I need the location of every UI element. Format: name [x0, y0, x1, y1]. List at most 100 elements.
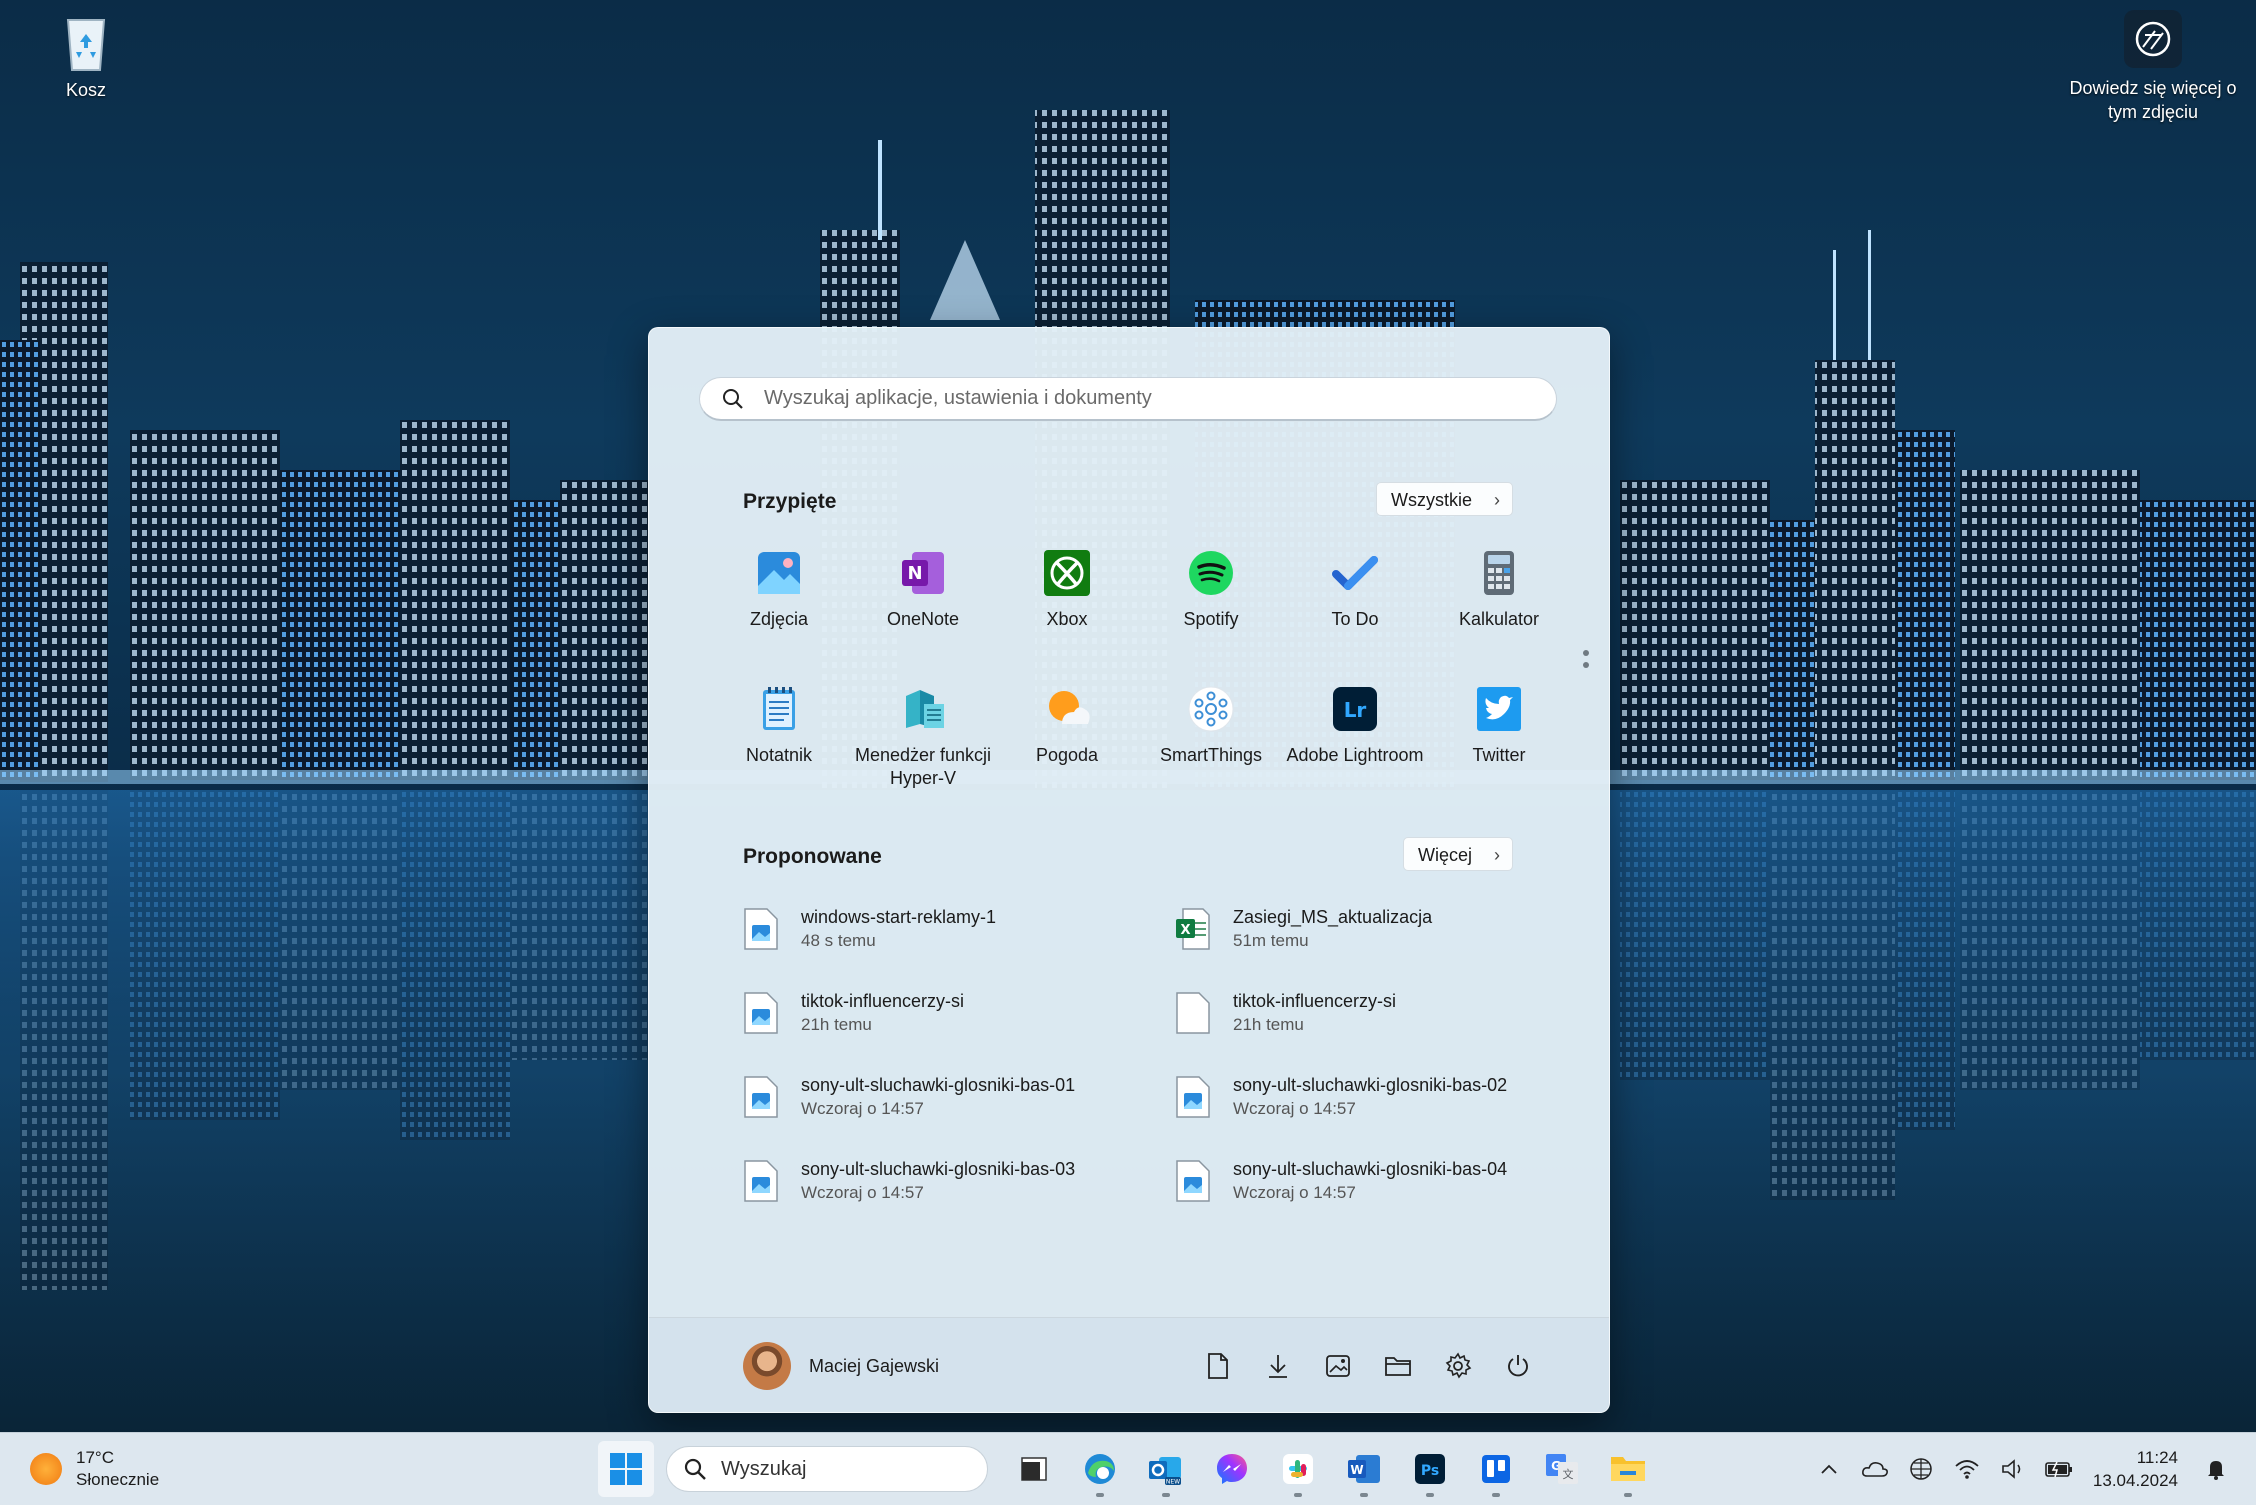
blank-file-icon	[1176, 992, 1210, 1034]
start-button[interactable]	[598, 1441, 654, 1497]
chevron-up-icon[interactable]	[1809, 1449, 1849, 1489]
file-time: 48 s temu	[801, 931, 876, 950]
weather-description: Słonecznie	[76, 1470, 160, 1489]
onenote-icon: N	[902, 552, 944, 594]
recommended-item[interactable]: X Zasiegi_MS_aktualizacja 51m temu	[1175, 900, 1523, 958]
all-apps-label: Wszystkie	[1391, 490, 1472, 510]
more-button[interactable]: Więcej ›	[1402, 837, 1513, 871]
image-file-icon	[1176, 1160, 1210, 1202]
pinned-page-indicator[interactable]	[1583, 650, 1591, 674]
wifi-icon[interactable]	[1947, 1449, 1987, 1489]
recommended-item[interactable]: sony-ult-sluchawki-glosniki-bas-03 Wczora…	[743, 1152, 1175, 1210]
messenger-icon[interactable]	[1204, 1441, 1260, 1497]
start-search-input[interactable]	[762, 386, 1526, 411]
file-time: 21h temu	[1233, 1015, 1304, 1034]
pinned-title: Przypięte	[743, 490, 837, 513]
pinned-apps-grid: Zdjęcia N OneNote Xbox Spotify To Do Kal…	[707, 548, 1571, 794]
pinned-app-calculator[interactable]: Kalkulator	[1427, 548, 1571, 658]
pinned-app-label: Zdjęcia	[749, 609, 809, 629]
battery-icon[interactable]	[2039, 1449, 2079, 1489]
taskbar-search-placeholder: Wyszukaj	[721, 1457, 807, 1480]
file-name: sony-ult-sluchawki-glosniki-bas-01	[801, 1075, 1076, 1095]
file-time: Wczoraj o 14:57	[1233, 1183, 1356, 1202]
excel-file-icon: X	[1176, 908, 1210, 950]
recycle-bin[interactable]: Kosz	[16, 10, 156, 101]
clock[interactable]: 11:24 13.04.2024	[2093, 1446, 2178, 1492]
svg-text:X: X	[1180, 923, 1190, 938]
volume-icon[interactable]	[1993, 1449, 2033, 1489]
pinned-app-smartthings[interactable]: SmartThings	[1139, 684, 1283, 794]
twitter-icon	[1477, 687, 1521, 731]
pinned-app-label: Menedżer funkcji Hyper-V	[854, 745, 992, 788]
pinned-app-onenote[interactable]: N OneNote	[851, 548, 995, 658]
file-explorer-icon[interactable]	[1381, 1349, 1415, 1383]
trello-icon[interactable]	[1468, 1441, 1524, 1497]
taskbar-search[interactable]: Wyszukaj	[666, 1446, 988, 1492]
start-search-box[interactable]	[699, 377, 1557, 421]
slack-icon[interactable]	[1270, 1441, 1326, 1497]
image-file-icon	[744, 1076, 778, 1118]
google-translate-icon[interactable]: G文	[1534, 1441, 1590, 1497]
user-account-button[interactable]: Maciej Gajewski	[743, 1342, 939, 1390]
recycle-bin-icon	[54, 10, 118, 74]
file-time: Wczoraj o 14:57	[801, 1183, 924, 1202]
recommended-item[interactable]: tiktok-influencerzy-si 21h temu	[1175, 984, 1523, 1042]
documents-icon[interactable]	[1201, 1349, 1235, 1383]
file-explorer-icon[interactable]	[1600, 1441, 1656, 1497]
network-globe-icon[interactable]	[1901, 1449, 1941, 1489]
pinned-app-photos[interactable]: Zdjęcia	[707, 548, 851, 658]
edge-icon[interactable]	[1072, 1441, 1128, 1497]
pinned-app-todo[interactable]: To Do	[1283, 548, 1427, 658]
settings-icon[interactable]	[1441, 1349, 1475, 1383]
recommended-item[interactable]: sony-ult-sluchawki-glosniki-bas-02 Wczora…	[1175, 1068, 1523, 1126]
downloads-icon[interactable]	[1261, 1349, 1295, 1383]
all-apps-button[interactable]: Wszystkie ›	[1376, 482, 1513, 516]
file-name: tiktok-influencerzy-si	[801, 991, 965, 1011]
pinned-app-notepad[interactable]: Notatnik	[707, 684, 851, 794]
pinned-app-lightroom[interactable]: Lr Adobe Lightroom	[1283, 684, 1427, 794]
pinned-app-weather[interactable]: Pogoda	[995, 684, 1139, 794]
power-icon[interactable]	[1501, 1349, 1535, 1383]
weather-icon	[1049, 691, 1090, 724]
pinned-app-label: SmartThings	[1159, 745, 1263, 765]
file-time: 21h temu	[801, 1015, 872, 1034]
lightroom-icon: Lr	[1333, 687, 1377, 731]
weather-widget[interactable]: 17°C Słonecznie	[30, 1447, 159, 1491]
onedrive-icon[interactable]	[1855, 1449, 1895, 1489]
pinned-app-xbox[interactable]: Xbox	[995, 548, 1139, 658]
notification-bell-icon[interactable]	[2196, 1449, 2236, 1489]
recommended-item[interactable]: sony-ult-sluchawki-glosniki-bas-04 Wczora…	[1175, 1152, 1523, 1210]
recommended-list: windows-start-reklamy-1 48 s temu X Zasie…	[743, 900, 1523, 1210]
image-file-icon	[1176, 1076, 1210, 1118]
word-icon[interactable]: W	[1336, 1441, 1392, 1497]
learn-about-picture-label: Dowiedz się więcej o tym zdjęciu	[2069, 78, 2237, 122]
avatar	[743, 1342, 791, 1390]
clock-date: 13.04.2024	[2092, 1471, 2178, 1490]
start-menu: Przypięte Wszystkie › Zdjęcia N OneNote	[648, 327, 1610, 1413]
file-name: sony-ult-sluchawki-glosniki-bas-03	[801, 1159, 1076, 1179]
todo-icon	[1332, 556, 1378, 590]
learn-about-picture[interactable]: Dowiedz się więcej o tym zdjęciu	[2058, 10, 2248, 124]
pinned-app-label: Spotify	[1183, 609, 1239, 629]
user-name: Maciej Gajewski	[809, 1355, 940, 1376]
pinned-app-label: Twitter	[1472, 745, 1526, 765]
pictures-icon[interactable]	[1321, 1349, 1355, 1383]
recommended-item[interactable]: sony-ult-sluchawki-glosniki-bas-01 Wczora…	[743, 1068, 1175, 1126]
system-tray: 11:24 13.04.2024	[1803, 1433, 2236, 1505]
notepad-icon	[763, 687, 795, 730]
windows-logo-icon	[610, 1453, 642, 1485]
more-label: Więcej	[1417, 845, 1472, 865]
file-name: windows-start-reklamy-1	[801, 907, 997, 927]
recommended-item[interactable]: windows-start-reklamy-1 48 s temu	[743, 900, 1175, 958]
recycle-bin-label: Kosz	[65, 80, 107, 100]
outlook-new-icon[interactable]: NEW	[1138, 1441, 1194, 1497]
photoshop-icon[interactable]: Ps	[1402, 1441, 1458, 1497]
pinned-app-twitter[interactable]: Twitter	[1427, 684, 1571, 794]
pinned-app-spotify[interactable]: Spotify	[1139, 548, 1283, 658]
svg-text:N: N	[907, 563, 922, 584]
image-file-icon	[744, 992, 778, 1034]
task-view-icon[interactable]	[1006, 1441, 1062, 1497]
recommended-item[interactable]: tiktok-influencerzy-si 21h temu	[743, 984, 1175, 1042]
file-name: Zasiegi_MS_aktualizacja	[1233, 907, 1433, 927]
pinned-app-hyperv[interactable]: Menedżer funkcji Hyper-V	[851, 684, 995, 794]
